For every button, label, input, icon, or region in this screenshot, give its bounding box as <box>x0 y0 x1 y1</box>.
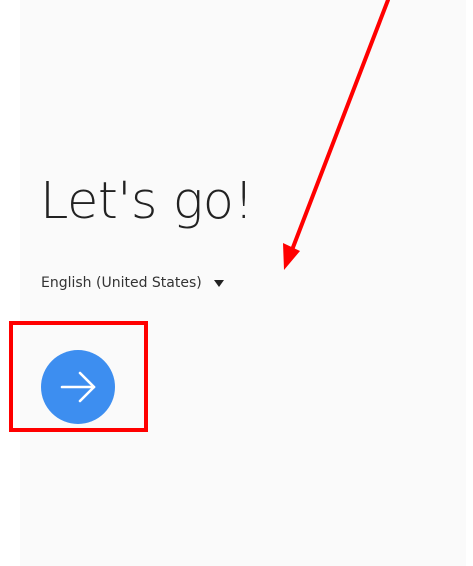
setup-screen: Let's go! English (United States) <box>0 0 473 566</box>
dropdown-caret-icon <box>213 278 224 288</box>
language-selector[interactable]: English (United States) <box>41 275 224 291</box>
arrow-right-icon <box>54 363 102 411</box>
language-label: English (United States) <box>41 275 202 291</box>
next-button[interactable] <box>41 350 115 424</box>
page-title: Let's go! <box>40 172 254 231</box>
